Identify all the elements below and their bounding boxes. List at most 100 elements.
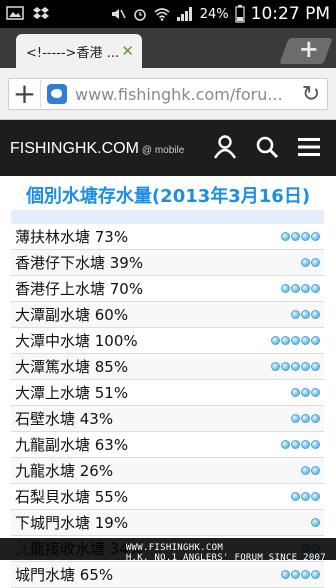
water-drop-icon bbox=[291, 362, 300, 371]
water-level-indicator bbox=[281, 284, 320, 293]
water-drop-icon bbox=[301, 336, 310, 345]
water-level-indicator bbox=[281, 570, 320, 579]
water-drop-icon bbox=[311, 466, 320, 475]
list-item: 大潭副水塘 60% bbox=[11, 302, 324, 328]
reservoir-name: 大潭中水塘 100% bbox=[15, 332, 138, 350]
water-level-indicator bbox=[291, 414, 320, 423]
water-drop-icon bbox=[311, 232, 320, 241]
menu-icon[interactable] bbox=[296, 134, 322, 160]
list-item: 薄扶林水塘 73% bbox=[11, 224, 324, 250]
browser-tab[interactable]: <!----->香港 ... ✕ bbox=[16, 34, 142, 68]
add-bookmark-button[interactable]: + bbox=[9, 80, 41, 108]
water-drop-icon bbox=[311, 258, 320, 267]
reservoir-name: 香港仔上水塘 70% bbox=[15, 280, 144, 298]
new-tab-button[interactable]: + bbox=[279, 35, 333, 64]
water-drop-icon bbox=[301, 362, 310, 371]
water-drop-icon bbox=[301, 440, 310, 449]
water-drop-icon bbox=[311, 570, 320, 579]
reservoir-name: 薄扶林水塘 73% bbox=[15, 228, 129, 246]
site-header: FISHINGHK.COM @ mobile bbox=[0, 120, 336, 176]
water-level-indicator bbox=[281, 232, 320, 241]
plus-icon: + bbox=[298, 35, 319, 63]
water-drop-icon bbox=[291, 414, 300, 423]
water-drop-icon bbox=[301, 492, 310, 501]
title-divider bbox=[11, 210, 324, 224]
water-drop-icon bbox=[301, 570, 310, 579]
water-drop-icon bbox=[281, 336, 290, 345]
address-box: + www.fishinghk.com/foru... ↻ bbox=[8, 78, 328, 110]
water-drop-icon bbox=[281, 284, 290, 293]
reservoir-list: 薄扶林水塘 73% 香港仔下水塘 39% 香港仔上水塘 70% 大潭副水塘 60% 大潭… bbox=[11, 224, 324, 588]
clock: 10:27 PM bbox=[250, 4, 330, 24]
list-item: 九龍副水塘 63% bbox=[11, 432, 324, 458]
water-drop-icon bbox=[301, 284, 310, 293]
mute-icon bbox=[111, 9, 126, 19]
url-bar: + www.fishinghk.com/foru... ↻ bbox=[0, 68, 336, 120]
footer-banner: WWW.FISHINGHK.COM H.K. NO.1 ANGLERS' FORU… bbox=[0, 538, 336, 563]
reservoir-name: 石梨貝水塘 55% bbox=[15, 488, 129, 506]
water-drop-icon bbox=[281, 570, 290, 579]
notification-icons bbox=[6, 5, 50, 21]
water-drop-icon bbox=[281, 232, 290, 241]
reservoir-name: 石壁水塘 43% bbox=[15, 410, 114, 428]
list-item: 石梨貝水塘 55% bbox=[11, 484, 324, 510]
user-icon[interactable] bbox=[212, 134, 238, 160]
tab-close-icon[interactable]: ✕ bbox=[121, 42, 134, 60]
water-drop-icon bbox=[311, 492, 320, 501]
water-drop-icon bbox=[301, 388, 310, 397]
water-drop-icon bbox=[291, 388, 300, 397]
water-drop-icon bbox=[291, 310, 300, 319]
footer-text: WWW.FISHINGHK.COM H.K. NO.1 ANGLERS' FORU… bbox=[126, 543, 326, 563]
reservoir-name: 大潭篤水塘 85% bbox=[15, 358, 129, 376]
water-drop-icon bbox=[311, 388, 320, 397]
water-level-indicator bbox=[291, 310, 320, 319]
reservoir-name: 大潭上水塘 51% bbox=[15, 384, 129, 402]
water-drop-icon bbox=[301, 310, 310, 319]
water-drop-icon bbox=[291, 570, 300, 579]
url-input[interactable]: www.fishinghk.com/foru... bbox=[75, 85, 295, 104]
water-drop-icon bbox=[311, 336, 320, 345]
alarm-icon bbox=[134, 9, 146, 21]
gallery-icon bbox=[6, 6, 24, 20]
reservoir-name: 九龍副水塘 63% bbox=[15, 436, 129, 454]
water-drop-icon bbox=[281, 440, 290, 449]
footer-site: WWW.FISHINGHK.COM bbox=[125, 543, 224, 553]
list-item: 下城門水塘 19% bbox=[11, 510, 324, 536]
water-level-indicator bbox=[291, 492, 320, 501]
reload-icon[interactable]: ↻ bbox=[295, 82, 327, 107]
water-level-indicator bbox=[271, 336, 320, 345]
water-drop-icon bbox=[301, 466, 310, 475]
dropbox-icon bbox=[33, 7, 49, 19]
water-drop-icon bbox=[291, 492, 300, 501]
water-drop-icon bbox=[311, 414, 320, 423]
water-drop-icon bbox=[301, 258, 310, 267]
water-drop-icon bbox=[291, 284, 300, 293]
water-level-indicator bbox=[271, 362, 320, 371]
list-item: 大潭上水塘 51% bbox=[11, 380, 324, 406]
water-drop-icon bbox=[311, 362, 320, 371]
water-drop-icon bbox=[301, 414, 310, 423]
reservoir-name: 城門水塘 65% bbox=[15, 566, 114, 584]
water-drop-icon bbox=[311, 518, 320, 527]
water-level-indicator bbox=[301, 258, 320, 267]
list-item: 九龍水塘 26% bbox=[11, 458, 324, 484]
logo-subtitle: @ mobile bbox=[141, 145, 185, 156]
list-item: 香港仔下水塘 39% bbox=[11, 250, 324, 276]
water-drop-icon bbox=[291, 336, 300, 345]
water-level-indicator bbox=[281, 440, 320, 449]
page-title: 個別水塘存水量(2013年3月16日) bbox=[25, 186, 311, 207]
water-drop-icon bbox=[311, 310, 320, 319]
site-logo[interactable]: FISHINGHK.COM @ mobile bbox=[10, 140, 184, 158]
list-item: 大潭中水塘 100% bbox=[11, 328, 324, 354]
search-icon[interactable] bbox=[254, 134, 280, 160]
water-drop-icon bbox=[301, 232, 310, 241]
list-item: 大潭篤水塘 85% bbox=[11, 354, 324, 380]
status-bar: 24% 10:27 PM bbox=[0, 0, 336, 28]
water-level-indicator bbox=[301, 466, 320, 475]
water-drop-icon bbox=[291, 440, 300, 449]
tab-title: <!----->香港 ... bbox=[26, 45, 119, 61]
water-drop-icon bbox=[291, 232, 300, 241]
water-drop-icon bbox=[281, 362, 290, 371]
wifi-icon bbox=[154, 8, 170, 21]
list-item: 香港仔上水塘 70% bbox=[11, 276, 324, 302]
